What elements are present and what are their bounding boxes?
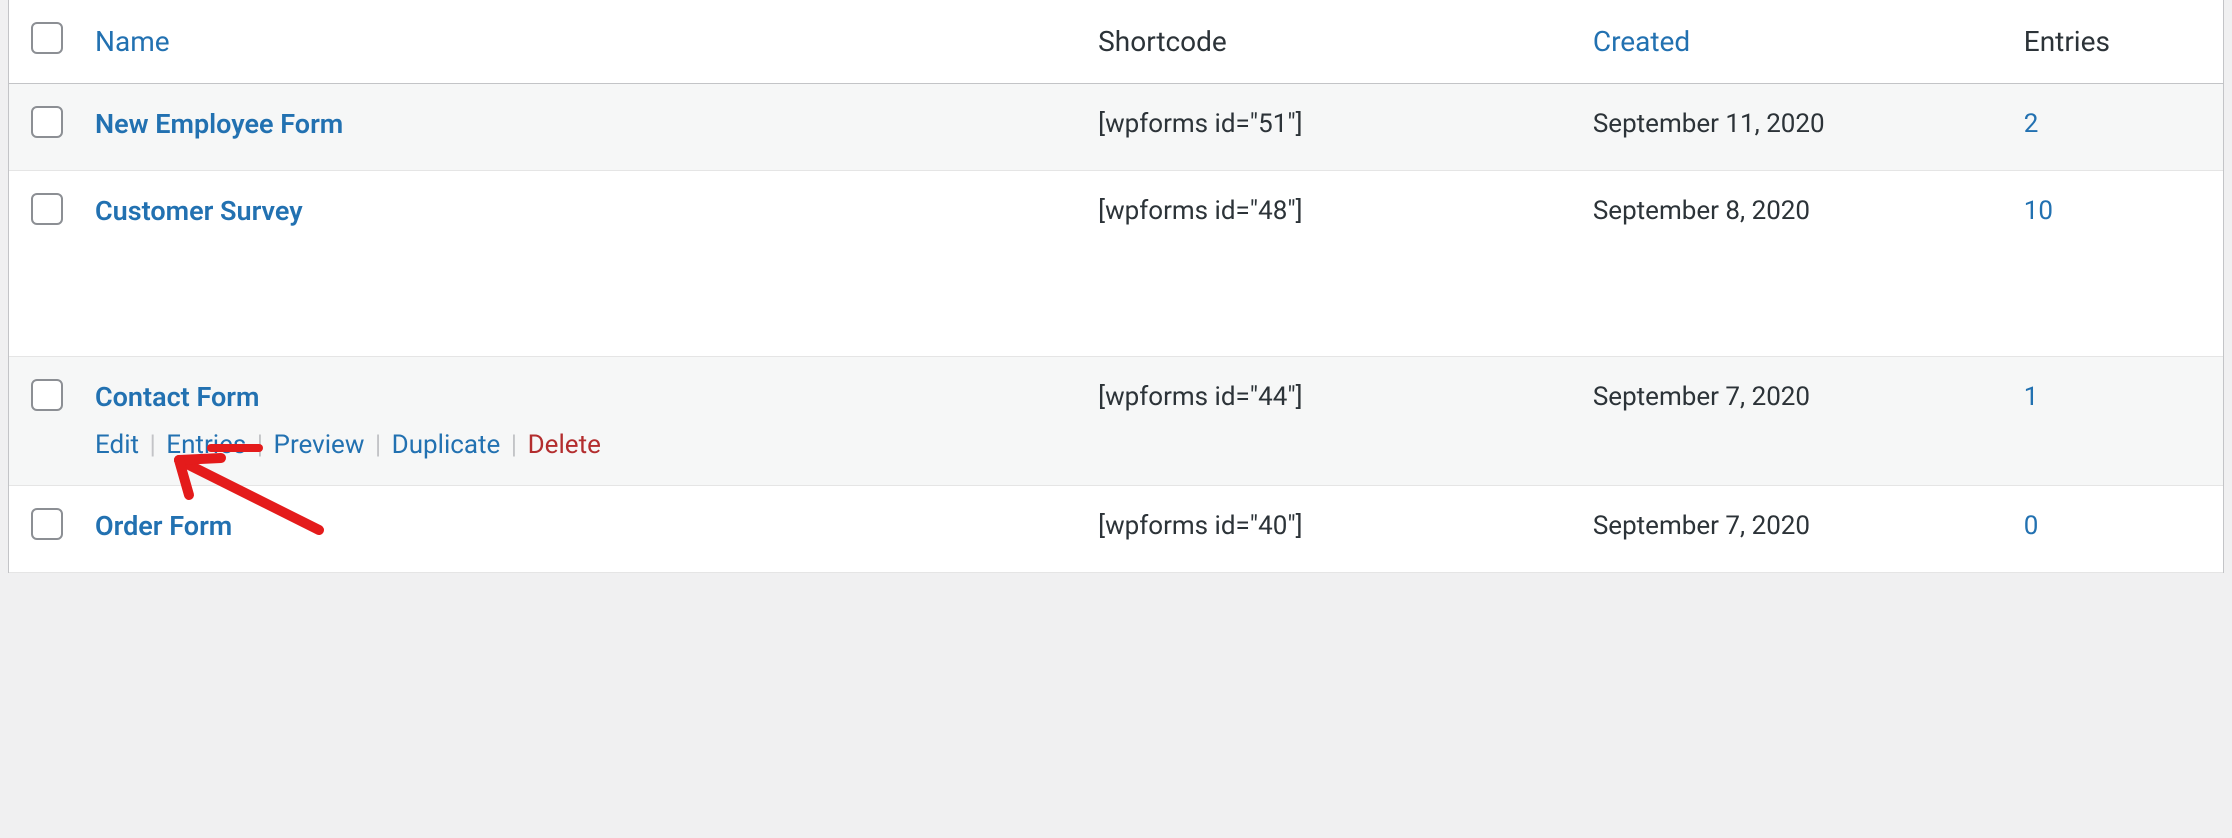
separator: | [507, 430, 521, 460]
entries-link[interactable]: 10 [2024, 196, 2053, 226]
shortcode-cell: [wpforms id="40"] [1080, 485, 1575, 572]
header-name[interactable]: Name [77, 0, 1080, 84]
table-row: New Employee Form [wpforms id="51"] Sept… [9, 84, 2223, 171]
created-cell: September 8, 2020 [1575, 171, 2006, 356]
select-all-checkbox[interactable] [31, 22, 63, 54]
created-cell: September 7, 2020 [1575, 356, 2006, 485]
shortcode-cell: [wpforms id="48"] [1080, 171, 1575, 356]
entries-link[interactable]: 1 [2024, 382, 2039, 412]
entries-link[interactable]: 2 [2024, 109, 2039, 139]
header-entries: Entries [2006, 0, 2223, 84]
header-created[interactable]: Created [1575, 0, 2006, 84]
row-checkbox[interactable] [31, 106, 63, 138]
header-shortcode: Shortcode [1080, 0, 1575, 84]
header-checkbox-col [9, 0, 77, 84]
form-title-link[interactable]: Contact Form [95, 381, 259, 413]
row-checkbox[interactable] [31, 193, 63, 225]
form-title-link[interactable]: Order Form [95, 510, 232, 542]
sort-name-link[interactable]: Name [95, 25, 170, 58]
shortcode-cell: [wpforms id="44"] [1080, 356, 1575, 485]
table-row: Contact Form Edit | Entries | Preview | … [9, 356, 2223, 485]
entries-action-link[interactable]: Entries [166, 430, 246, 460]
form-title-link[interactable]: Customer Survey [95, 195, 303, 227]
sort-created-link[interactable]: Created [1593, 25, 1690, 58]
table-row: Order Form [wpforms id="40"] September 7… [9, 485, 2223, 572]
row-actions: Edit | Entries | Preview | Duplicate | D… [95, 427, 1062, 463]
shortcode-cell: [wpforms id="51"] [1080, 84, 1575, 171]
entries-link[interactable]: 0 [2024, 511, 2039, 541]
row-checkbox[interactable] [31, 379, 63, 411]
row-checkbox[interactable] [31, 508, 63, 540]
created-cell: September 11, 2020 [1575, 84, 2006, 171]
table-row: Customer Survey [wpforms id="48"] Septem… [9, 171, 2223, 356]
forms-table: Name Shortcode Created Entries New Emplo… [9, 0, 2223, 573]
separator: | [145, 430, 159, 460]
preview-link[interactable]: Preview [274, 430, 365, 460]
edit-link[interactable]: Edit [95, 430, 139, 460]
form-title-link[interactable]: New Employee Form [95, 108, 343, 140]
duplicate-link[interactable]: Duplicate [392, 430, 501, 460]
created-cell: September 7, 2020 [1575, 485, 2006, 572]
delete-link[interactable]: Delete [528, 430, 601, 460]
separator: | [253, 430, 267, 460]
separator: | [371, 430, 385, 460]
